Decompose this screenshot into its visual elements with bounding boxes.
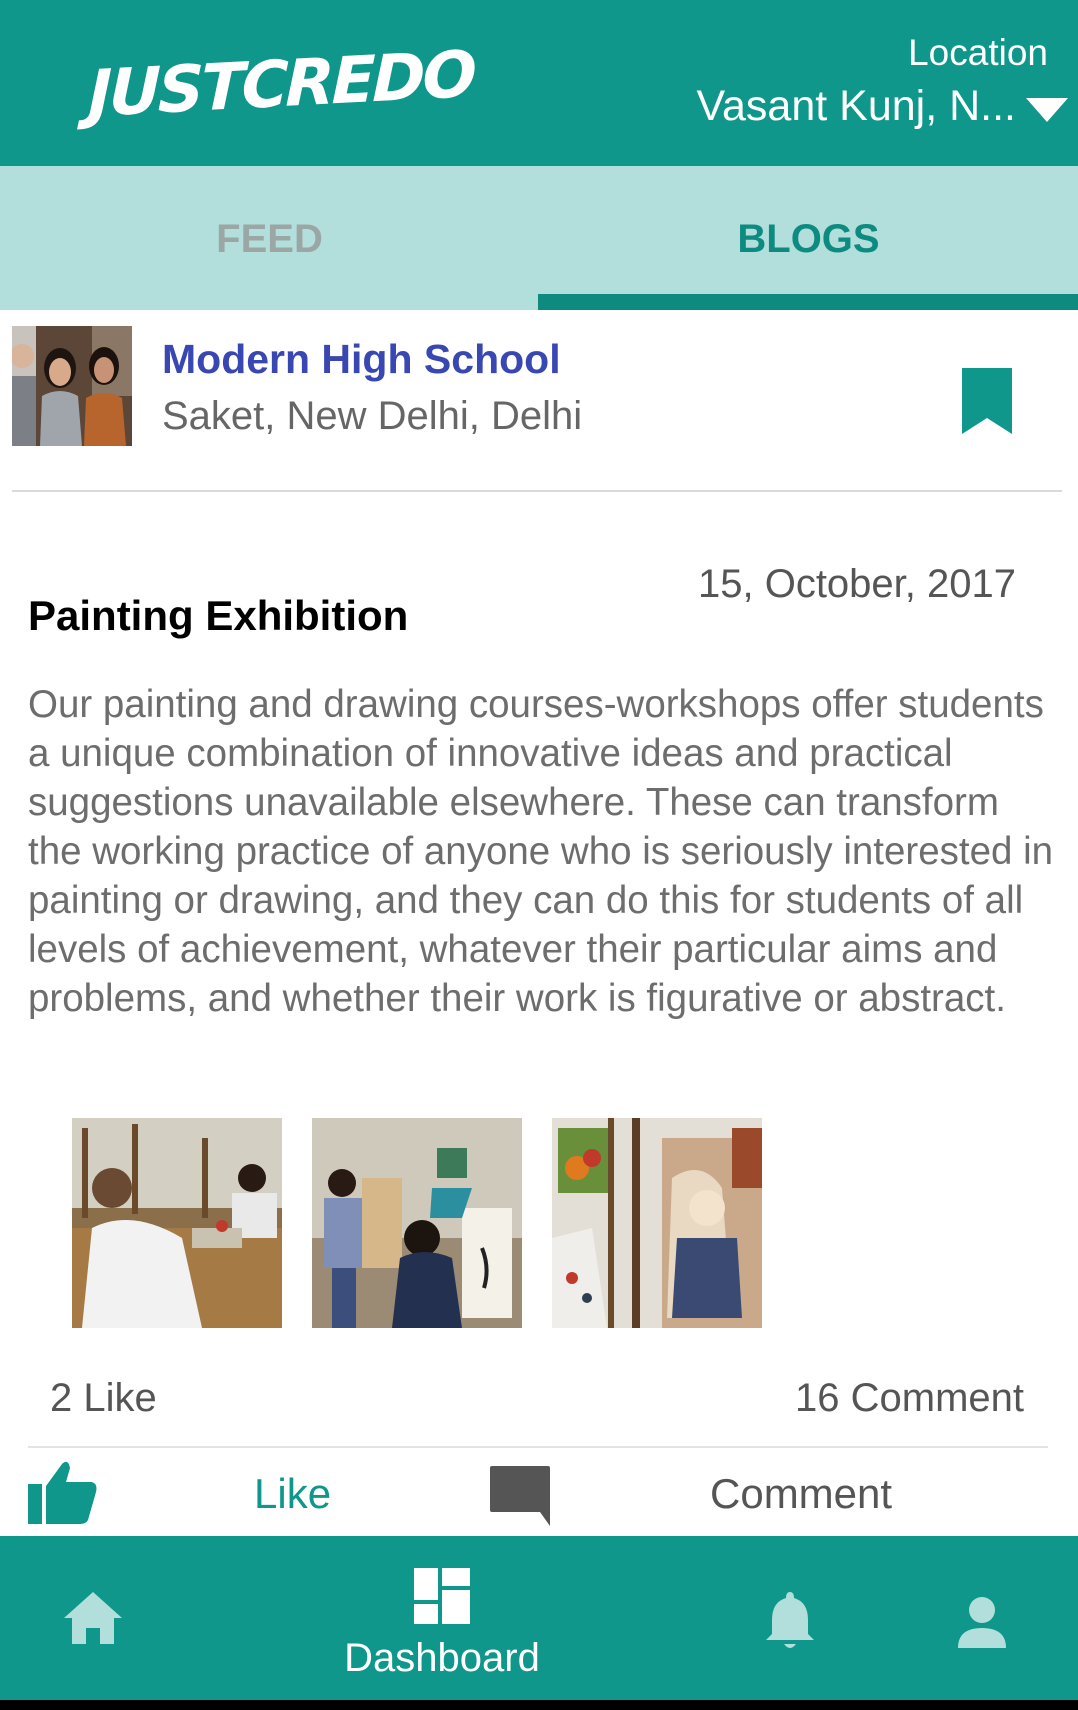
post-body: Our painting and drawing courses-worksho… [28, 683, 1054, 1020]
school-name[interactable]: Modern High School [162, 336, 561, 383]
nav-dashboard[interactable]: Dashboard [330, 1556, 560, 1696]
post-actions: Like Comment [0, 1450, 1078, 1536]
home-icon[interactable] [62, 1590, 124, 1646]
system-bar [0, 1700, 1078, 1710]
like-button[interactable]: Like [254, 1470, 331, 1518]
tab-bar: FEED BLOGS [0, 166, 1078, 310]
app-header: JUSTCREDO Location Vasant Kunj, N... [0, 0, 1078, 166]
bell-icon[interactable] [764, 1590, 816, 1652]
post-image-2[interactable] [312, 1118, 522, 1328]
bookmark-icon[interactable] [960, 366, 1014, 436]
post-stats: 2 Like 16 Comment [28, 1344, 1048, 1448]
divider [12, 490, 1062, 492]
comment-icon[interactable] [488, 1464, 552, 1526]
post-image-gallery [72, 1118, 772, 1330]
post-image-3[interactable] [552, 1118, 762, 1328]
school-header: Modern High School Saket, New Delhi, Del… [0, 310, 1078, 492]
bottom-navigation: Dashboard [0, 1536, 1078, 1710]
active-tab-indicator [538, 294, 1078, 310]
post-title: Painting Exhibition [28, 592, 409, 639]
like-count[interactable]: 2 Like [50, 1376, 157, 1421]
brand-logo-text: JUSTCREDO [87, 37, 475, 133]
comment-count[interactable]: 16 Comment [795, 1376, 1024, 1421]
location-selector[interactable]: Vasant Kunj, N... [697, 82, 1016, 131]
dashboard-icon [414, 1568, 470, 1624]
post-image-1[interactable] [72, 1118, 282, 1328]
brand-logo: JUSTCREDO [88, 38, 475, 132]
school-avatar[interactable] [12, 326, 132, 446]
location-label: Location [908, 32, 1048, 73]
post-date: 15, October, 2017 [697, 562, 1016, 606]
nav-dashboard-label: Dashboard [344, 1636, 540, 1680]
comment-button[interactable]: Comment [710, 1470, 892, 1518]
tab-feed[interactable]: FEED [0, 166, 539, 310]
caret-down-icon[interactable] [1024, 96, 1070, 124]
thumbs-up-icon[interactable] [28, 1460, 98, 1524]
school-address: Saket, New Delhi, Delhi [162, 394, 583, 438]
profile-icon[interactable] [956, 1596, 1008, 1648]
tab-blogs[interactable]: BLOGS [539, 166, 1078, 310]
